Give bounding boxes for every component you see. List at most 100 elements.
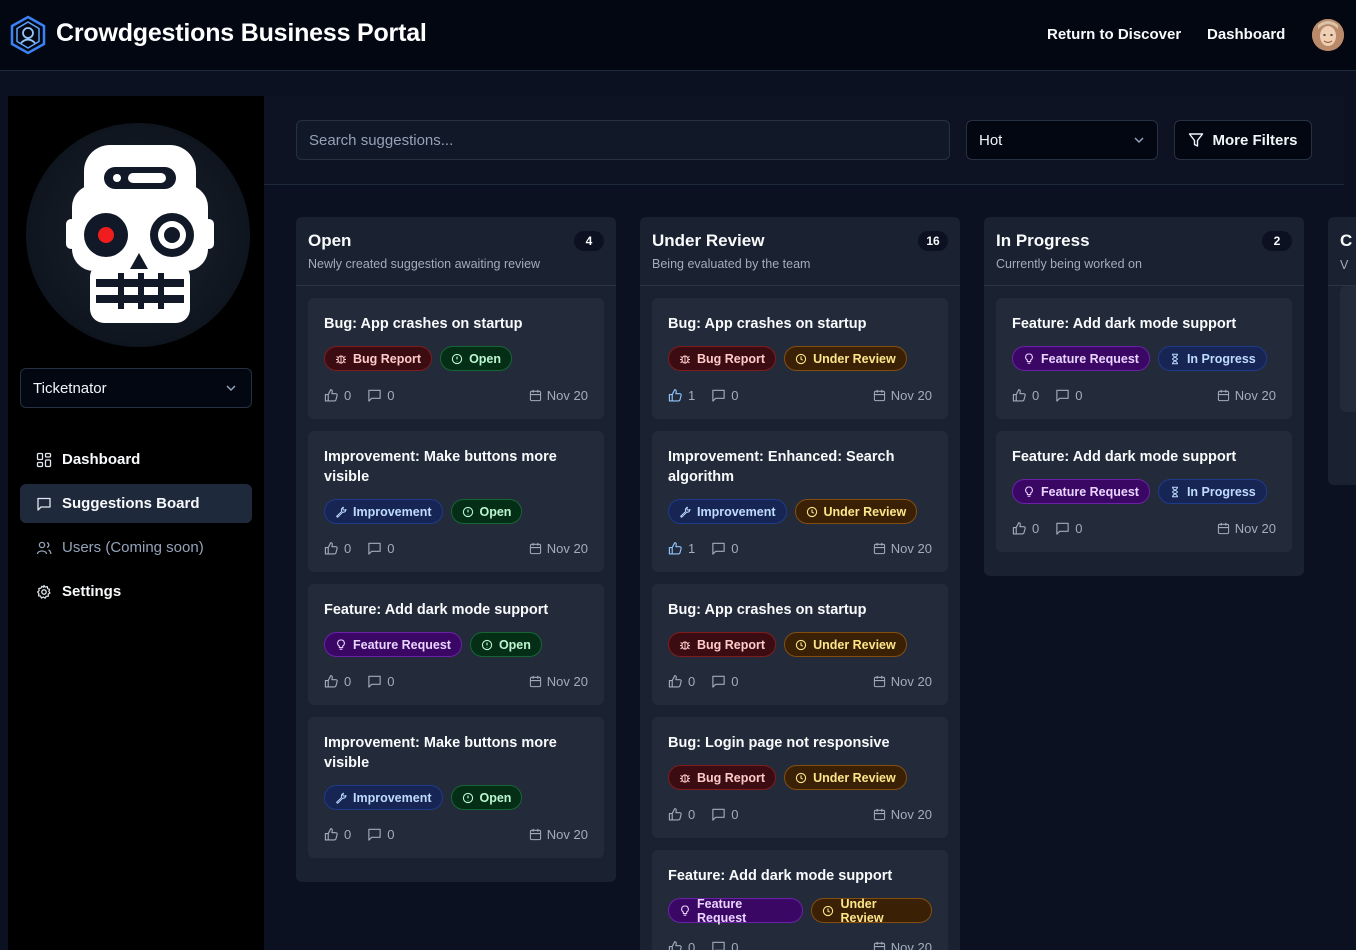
suggestion-card[interactable]: Feature: Add dark mode support Feature R…	[652, 850, 948, 950]
suggestion-card[interactable]: Improvement: Enhanced: Search algorithm …	[652, 431, 948, 572]
comment-button[interactable]: 0	[711, 940, 738, 950]
sort-value: Hot	[979, 131, 1003, 149]
card-footer: 0 0 Nov 20	[324, 810, 588, 858]
like-button[interactable]: 0	[324, 541, 351, 556]
suggestion-card[interactable]: Feature: Add dark mode support Feature R…	[308, 584, 604, 705]
card-badges: Bug Report Under Review	[668, 632, 932, 657]
suggestion-card[interactable]: Bug: App crashes on startup Bug Report U…	[652, 584, 948, 705]
like-button[interactable]: 0	[1012, 388, 1039, 403]
column-count-badge: 2	[1262, 231, 1292, 251]
sidebar-item-settings[interactable]: Settings	[20, 572, 252, 611]
user-avatar[interactable]	[1312, 19, 1344, 51]
card-badges: Improvement Under Review	[668, 499, 932, 524]
type-badge: Bug Report	[668, 346, 777, 371]
like-button[interactable]: 0	[668, 940, 695, 950]
suggestion-card[interactable]: Bug: App crashes on startup Bug Report O…	[308, 298, 604, 419]
card-footer: 0 0 Nov 20	[1012, 504, 1276, 552]
comment-button[interactable]: 0	[1055, 521, 1082, 536]
column-subtitle: Being evaluated by the team	[652, 257, 811, 271]
status-badge: In Progress	[1157, 479, 1267, 504]
card-badges: Bug Report Under Review	[668, 346, 932, 371]
card-title: Bug: App crashes on startup	[324, 316, 523, 332]
card-badges: Feature Request Open	[324, 632, 588, 657]
status-badge-label: In Progress	[1186, 484, 1256, 499]
suggestion-card[interactable]	[1340, 286, 1356, 412]
search-input[interactable]	[296, 120, 950, 160]
like-button[interactable]: 0	[668, 807, 695, 822]
type-badge: Improvement	[324, 785, 443, 810]
comment-button[interactable]: 0	[367, 827, 394, 842]
type-badge-label: Improvement	[697, 504, 776, 519]
like-count: 0	[344, 673, 352, 689]
status-badge-label: Under Review	[813, 637, 896, 652]
like-button[interactable]: 0	[324, 827, 351, 842]
thumbs-up-icon	[668, 541, 683, 556]
suggestion-card[interactable]: Bug: App crashes on startup Bug Report U…	[652, 298, 948, 419]
card-date-value: Nov 20	[1234, 520, 1276, 536]
comment-button[interactable]: 0	[367, 388, 394, 403]
comment-button[interactable]: 0	[1055, 388, 1082, 403]
like-count: 1	[688, 540, 696, 556]
brand-logo-icon[interactable]	[9, 15, 47, 55]
comment-button[interactable]: 0	[711, 541, 738, 556]
comment-count: 0	[731, 673, 739, 689]
comment-button[interactable]: 0	[711, 674, 738, 689]
sidebar-item-suggestions-board[interactable]: Suggestions Board	[20, 484, 252, 523]
thumbs-up-icon	[668, 674, 683, 689]
card-badges: Feature Request In Progress	[1012, 346, 1276, 371]
nav-dashboard[interactable]: Dashboard	[1207, 26, 1285, 43]
org-logo	[26, 123, 250, 347]
circle-dot-icon	[481, 639, 493, 651]
card-date-value: Nov 20	[890, 673, 932, 689]
column-subtitle: Currently being worked on	[996, 257, 1142, 271]
status-badge: In Progress	[1157, 346, 1267, 371]
chevron-down-icon	[226, 385, 236, 392]
sidebar-item-dashboard[interactable]: Dashboard	[20, 440, 252, 479]
type-badge-label: Feature Request	[1041, 484, 1139, 499]
like-button[interactable]: 0	[1012, 521, 1039, 536]
skull-robot-icon	[66, 145, 214, 323]
comment-button[interactable]: 0	[711, 807, 738, 822]
suggestion-card[interactable]: Improvement: Make buttons more visible I…	[308, 431, 604, 572]
like-button[interactable]: 0	[324, 674, 351, 689]
suggestion-card[interactable]: Feature: Add dark mode support Feature R…	[996, 298, 1292, 419]
like-count: 0	[1032, 520, 1040, 536]
comment-count: 0	[1075, 520, 1083, 536]
sort-select[interactable]: Hot	[966, 120, 1158, 160]
like-count: 0	[688, 673, 696, 689]
sidebar-item-label: Suggestions Board	[62, 495, 200, 512]
more-filters-button[interactable]: More Filters	[1174, 120, 1312, 160]
comment-count: 0	[387, 540, 395, 556]
column-header: In Progress Currently being worked on 2	[984, 217, 1304, 286]
card-date: Nov 20	[529, 674, 588, 689]
card-footer: 0 0 Nov 20	[324, 371, 588, 419]
sidebar: Ticketnator Dashboard Suggestions Board …	[8, 96, 264, 950]
comment-count: 0	[387, 826, 395, 842]
column-count-badge: 16	[918, 231, 948, 251]
type-badge-label: Feature Request	[697, 896, 747, 925]
card-date: Nov 20	[529, 827, 588, 842]
like-button[interactable]: 0	[324, 388, 351, 403]
comment-button[interactable]: 0	[711, 388, 738, 403]
thumbs-up-icon	[668, 940, 683, 950]
organization-select[interactable]: Ticketnator	[20, 368, 252, 408]
calendar-icon	[1217, 389, 1230, 402]
comment-button[interactable]: 0	[367, 541, 394, 556]
suggestion-card[interactable]: Bug: Login page not responsive Bug Repor…	[652, 717, 948, 838]
like-button[interactable]: 1	[668, 388, 695, 403]
like-button[interactable]: 0	[668, 674, 695, 689]
bug-icon	[679, 772, 691, 784]
card-date: Nov 20	[873, 674, 932, 689]
column-header: Open Newly created suggestion awaiting r…	[296, 217, 616, 286]
column-title: In Progress	[996, 231, 1090, 250]
comment-icon	[1055, 388, 1070, 403]
card-title: Improvement: Make buttons more visible	[324, 449, 557, 485]
nav-return-to-discover[interactable]: Return to Discover	[1047, 26, 1181, 43]
sidebar-item-label: Dashboard	[62, 451, 141, 468]
suggestion-card[interactable]: Feature: Add dark mode support Feature R…	[996, 431, 1292, 552]
type-badge: Bug Report	[668, 765, 777, 790]
like-button[interactable]: 1	[668, 541, 695, 556]
comment-button[interactable]: 0	[367, 674, 394, 689]
suggestion-card[interactable]: Improvement: Make buttons more visible I…	[308, 717, 604, 858]
type-badge: Feature Request	[1012, 346, 1150, 371]
